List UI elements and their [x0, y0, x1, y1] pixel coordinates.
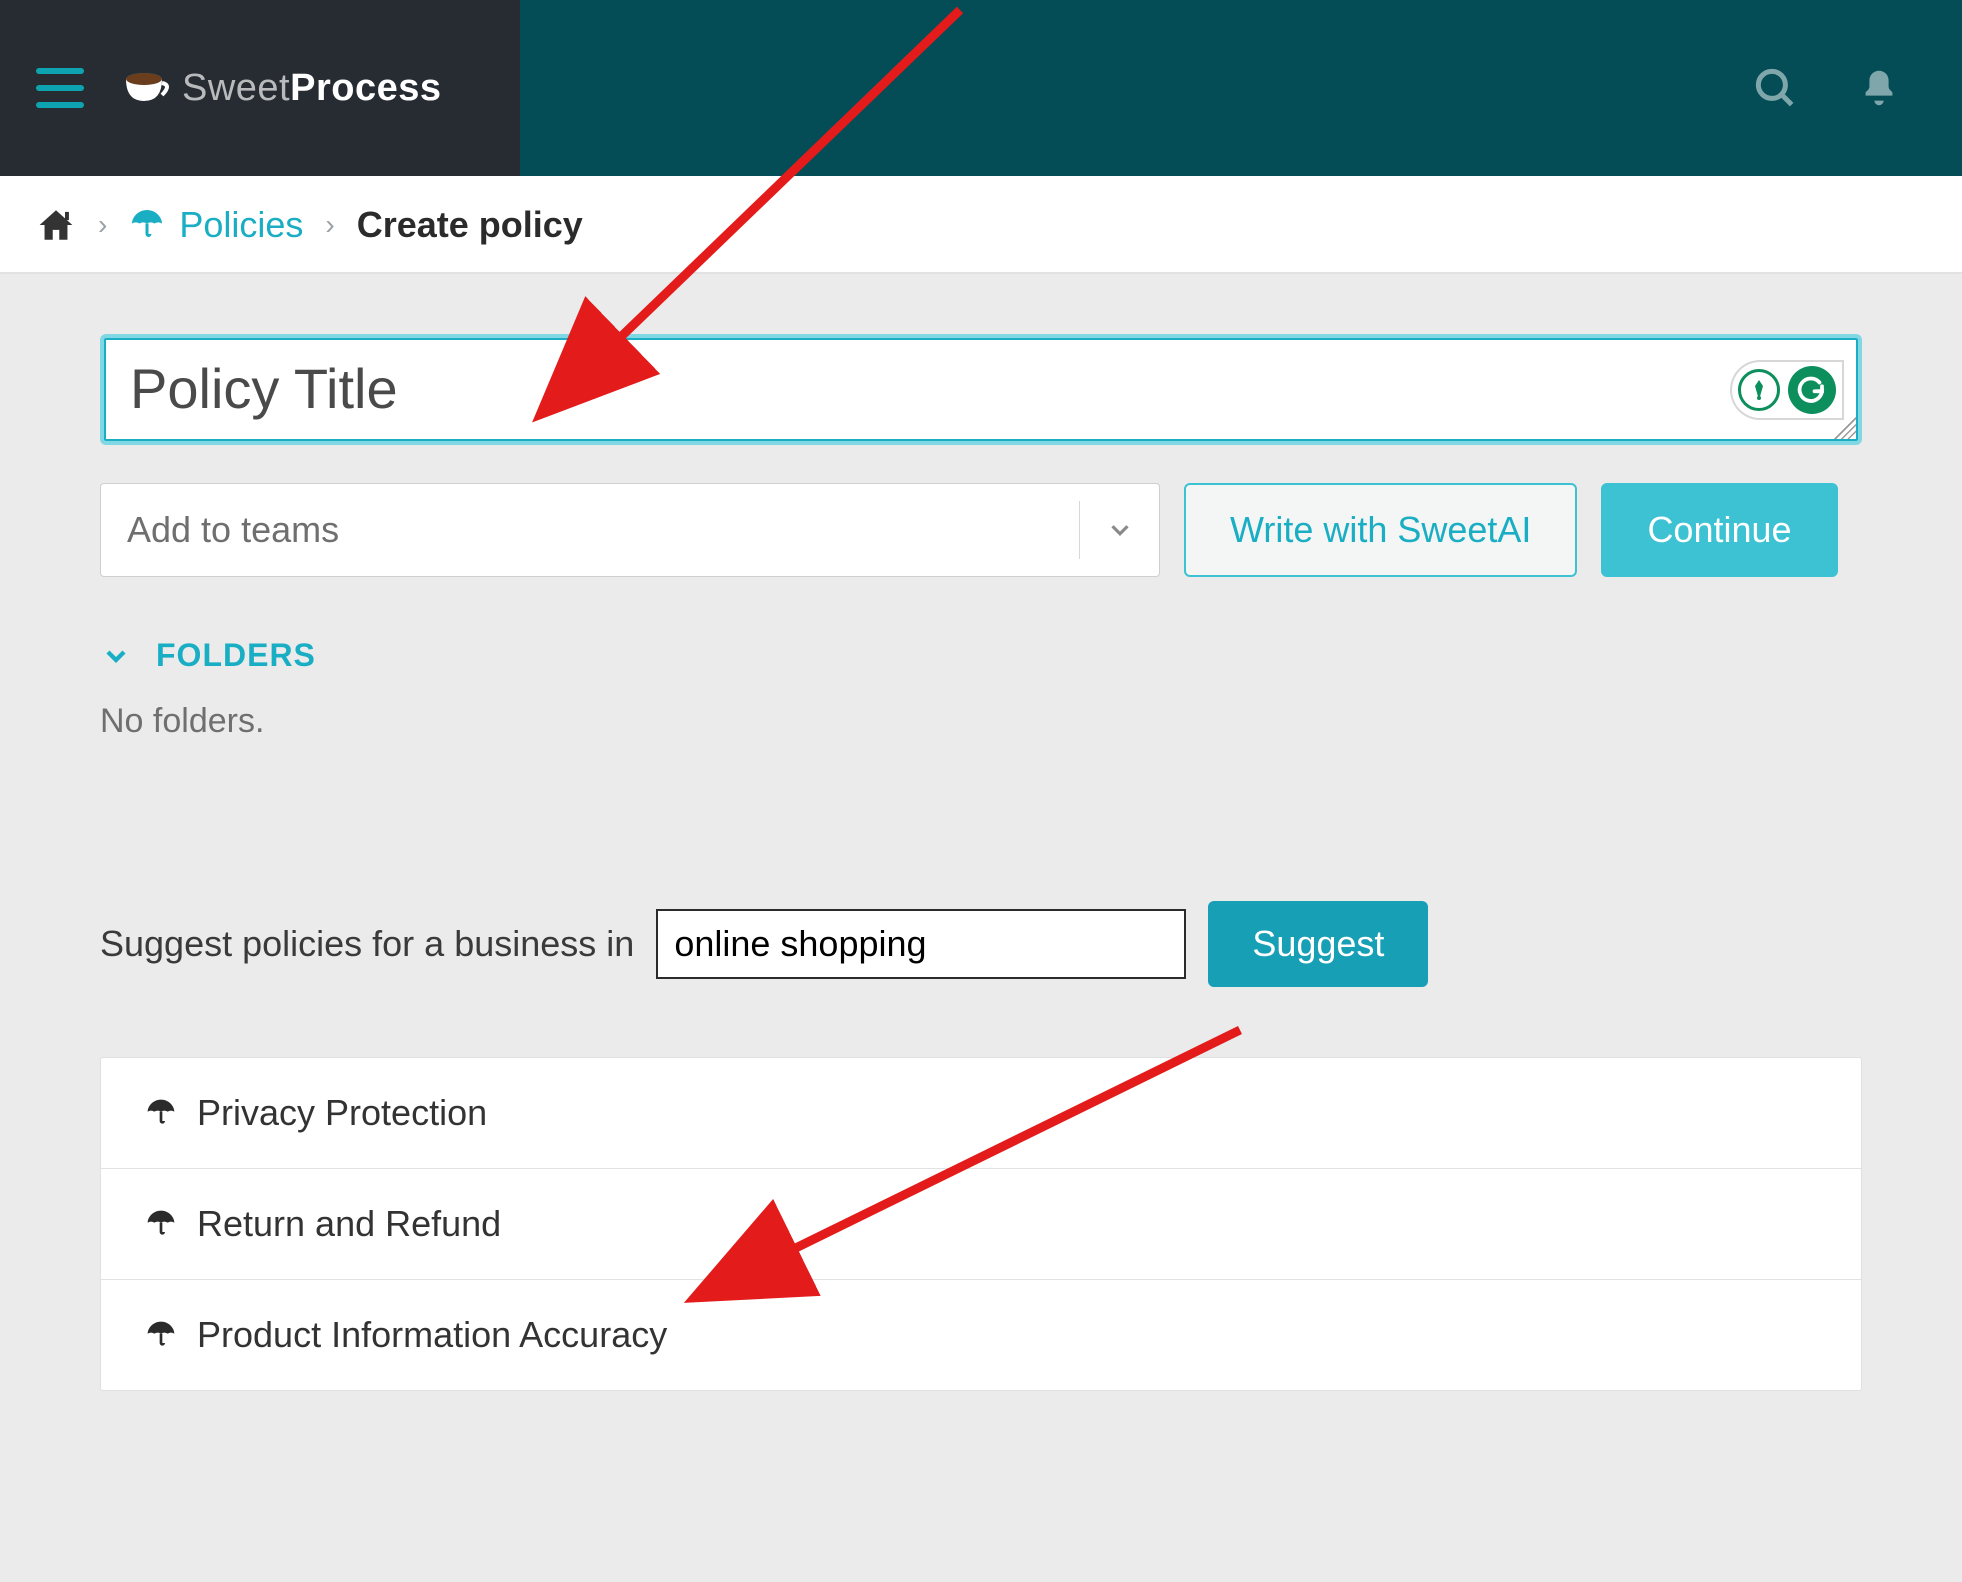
- breadcrumb: › Policies › Create policy: [0, 176, 1962, 274]
- add-to-teams-select[interactable]: Add to teams: [100, 483, 1160, 577]
- folders-toggle[interactable]: FOLDERS: [100, 637, 1862, 674]
- suggest-button[interactable]: Suggest: [1208, 901, 1428, 987]
- teams-placeholder: Add to teams: [127, 509, 339, 551]
- search-icon[interactable]: [1750, 63, 1800, 113]
- suggestions-list: Privacy Protection Return and Refund Pro…: [100, 1057, 1862, 1391]
- folders-header-label: FOLDERS: [156, 637, 316, 674]
- suggest-business-input[interactable]: [656, 909, 1186, 979]
- suggest-prompt-text: Suggest policies for a business in: [100, 923, 634, 965]
- suggestion-label: Privacy Protection: [197, 1092, 487, 1134]
- brand-logo[interactable]: SweetProcess: [124, 67, 442, 110]
- actions-row: Add to teams Write with SweetAI Continue: [100, 483, 1862, 577]
- folders-empty-text: No folders.: [100, 702, 1862, 741]
- top-bar-left: SweetProcess: [0, 0, 520, 176]
- policy-title-input[interactable]: [104, 338, 1858, 441]
- breadcrumb-policies[interactable]: Policies: [129, 204, 303, 246]
- folders-section: FOLDERS No folders.: [100, 637, 1862, 741]
- continue-button[interactable]: Continue: [1601, 483, 1837, 577]
- breadcrumb-sep-1: ›: [98, 209, 107, 241]
- suggestion-item[interactable]: Privacy Protection: [101, 1058, 1861, 1168]
- suggest-row: Suggest policies for a business in Sugge…: [100, 901, 1862, 987]
- suggest-button-label: Suggest: [1252, 923, 1384, 964]
- umbrella-icon: [145, 1097, 177, 1129]
- breadcrumb-sep-2: ›: [325, 209, 334, 241]
- top-bar: SweetProcess: [0, 0, 1962, 176]
- textarea-resize-handle[interactable]: [1834, 417, 1856, 439]
- umbrella-icon: [145, 1319, 177, 1351]
- suggestion-item[interactable]: Return and Refund: [101, 1168, 1861, 1279]
- suggestion-item[interactable]: Product Information Accuracy: [101, 1279, 1861, 1390]
- home-icon[interactable]: [36, 207, 76, 243]
- breadcrumb-policies-label: Policies: [179, 204, 303, 246]
- bell-icon[interactable]: [1856, 63, 1902, 113]
- chevron-down-icon: [1079, 501, 1159, 559]
- ai-diamond-icon[interactable]: [1738, 369, 1780, 411]
- grammarly-icon[interactable]: [1788, 366, 1836, 414]
- editor-extension-badges: [1730, 360, 1844, 420]
- brand-text-process: Process: [290, 67, 441, 109]
- breadcrumb-current: Create policy: [357, 204, 583, 246]
- write-with-ai-label: Write with SweetAI: [1230, 509, 1531, 551]
- cup-icon: [124, 73, 170, 103]
- main-content: Add to teams Write with SweetAI Continue…: [0, 274, 1962, 1471]
- umbrella-icon: [145, 1208, 177, 1240]
- continue-label: Continue: [1647, 509, 1791, 551]
- chevron-down-icon: [100, 640, 132, 672]
- policy-title-wrap: [100, 334, 1862, 445]
- brand-text-sweet: Sweet: [182, 67, 290, 109]
- top-bar-right: [520, 0, 1962, 176]
- suggestion-label: Product Information Accuracy: [197, 1314, 667, 1356]
- suggestion-label: Return and Refund: [197, 1203, 501, 1245]
- menu-button[interactable]: [36, 68, 84, 108]
- umbrella-icon: [129, 207, 165, 243]
- write-with-ai-button[interactable]: Write with SweetAI: [1184, 483, 1577, 577]
